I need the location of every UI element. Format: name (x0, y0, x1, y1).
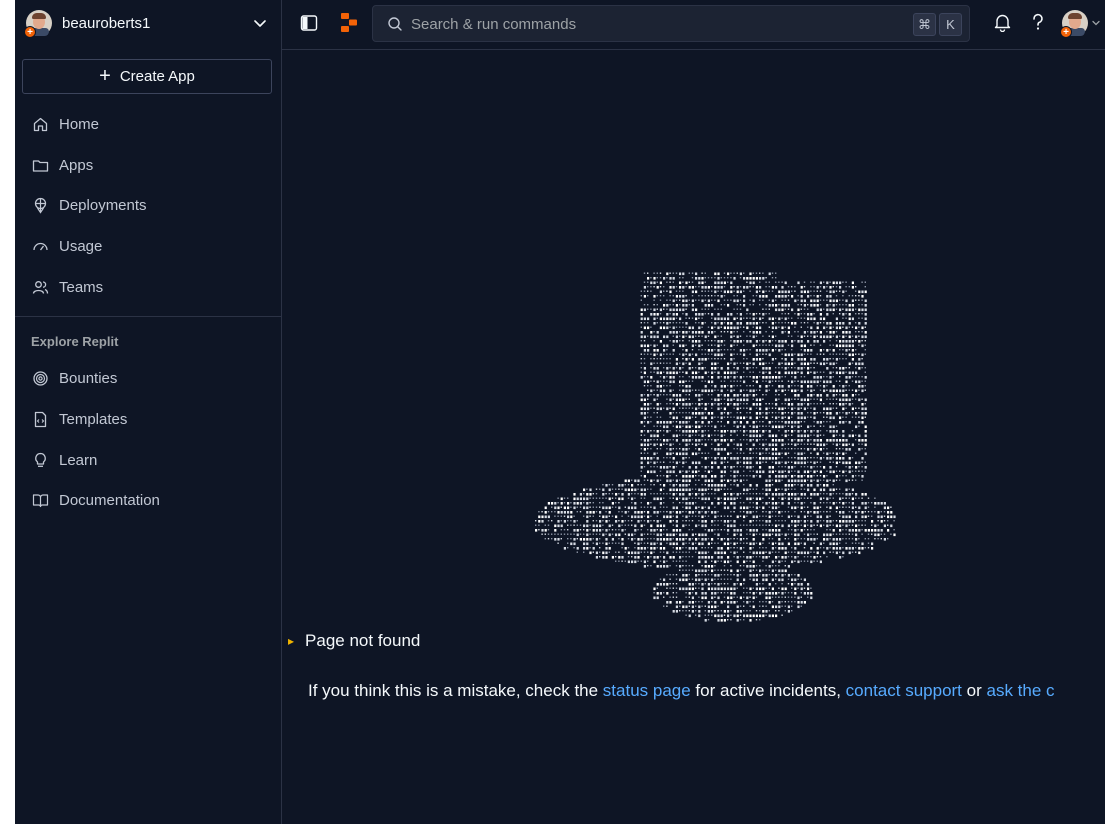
sidebar-item-usage[interactable]: Usage (15, 228, 281, 264)
contact-support-link[interactable]: contact support (846, 681, 962, 700)
plus-badge-icon: + (1060, 26, 1072, 38)
template-file-icon (34, 411, 47, 427)
sidebar-item-documentation[interactable]: Documentation (15, 482, 281, 518)
message-mid: for active incidents, (690, 681, 846, 700)
folder-icon (32, 159, 49, 172)
sidebar-toggle-icon[interactable] (300, 14, 318, 32)
sidebar-item-label: Learn (59, 451, 98, 469)
sidebar-item-label: Usage (59, 237, 103, 255)
home-icon (33, 117, 48, 131)
not-found-heading: ▸ Page not found (288, 631, 420, 651)
sidebar-item-label: Bounties (59, 369, 118, 387)
message-or: or (961, 681, 987, 700)
replit-logo-icon[interactable] (340, 12, 358, 34)
ask-community-link[interactable]: ask the c (986, 681, 1054, 700)
search-bar[interactable]: Search & run commands ⌘ K (372, 5, 970, 42)
gauge-icon (33, 242, 48, 250)
lightbulb-icon (35, 452, 46, 467)
sidebar-item-deployments[interactable]: Deployments (15, 187, 281, 223)
sidebar-item-apps[interactable]: Apps (15, 147, 281, 183)
window-edge (1105, 0, 1120, 836)
sidebar-item-templates[interactable]: Templates (15, 401, 281, 437)
sidebar-item-label: Deployments (59, 196, 147, 214)
sidebar-item-teams[interactable]: Teams (15, 269, 281, 305)
sidebar-divider (15, 316, 281, 317)
sidebar-item-label: Apps (59, 156, 94, 174)
create-app-label: Create App (119, 68, 195, 85)
command-key-badge: ⌘ (913, 13, 936, 36)
sidebar-item-label: Documentation (59, 491, 160, 509)
k-key-badge: K (939, 13, 962, 36)
bounties-icon (33, 370, 48, 386)
sidebar-item-label: Teams (59, 278, 104, 296)
sidebar-item-bounties[interactable]: Bounties (15, 360, 281, 396)
user-avatar: + (24, 10, 52, 38)
ascii-art-dots (535, 272, 896, 622)
deployments-icon (34, 197, 47, 214)
create-app-button[interactable]: + Create App (22, 59, 272, 94)
sidebar-item-label: Templates (59, 410, 128, 428)
app-window: + beauroberts1 + Create App Home Apps De… (15, 0, 1105, 824)
profile-avatar[interactable]: + (1060, 10, 1088, 38)
sidebar-item-label: Home (59, 115, 100, 133)
sidebar-item-learn[interactable]: Learn (15, 442, 281, 478)
explore-section-label: Explore Replit (31, 334, 119, 349)
search-icon (388, 17, 402, 31)
page-title: Page not found (305, 631, 421, 650)
error-message: If you think this is a mistake, check th… (308, 681, 1055, 701)
sidebar-item-home[interactable]: Home (15, 106, 281, 142)
chevron-down-icon (254, 20, 266, 27)
account-switcher[interactable]: + beauroberts1 (15, 0, 281, 46)
status-page-link[interactable]: status page (603, 681, 691, 700)
top-bar: Search & run commands ⌘ K + (282, 0, 1105, 50)
caret-right-icon: ▸ (288, 634, 295, 648)
main-content: ▸ Page not found If you think this is a … (282, 51, 1105, 824)
account-username: beauroberts1 (62, 14, 151, 32)
plus-badge-icon: + (24, 26, 36, 38)
sidebar: + beauroberts1 + Create App Home Apps De… (15, 0, 282, 824)
bell-icon[interactable] (994, 13, 1011, 32)
users-icon (32, 280, 49, 294)
search-placeholder: Search & run commands (411, 16, 577, 33)
help-icon[interactable] (1031, 13, 1045, 32)
chevron-down-icon[interactable] (1091, 18, 1101, 28)
book-open-icon (32, 493, 49, 507)
plus-icon: + (99, 64, 111, 87)
message-prefix: If you think this is a mistake, check th… (308, 681, 603, 700)
ascii-art-illustration (535, 272, 896, 622)
